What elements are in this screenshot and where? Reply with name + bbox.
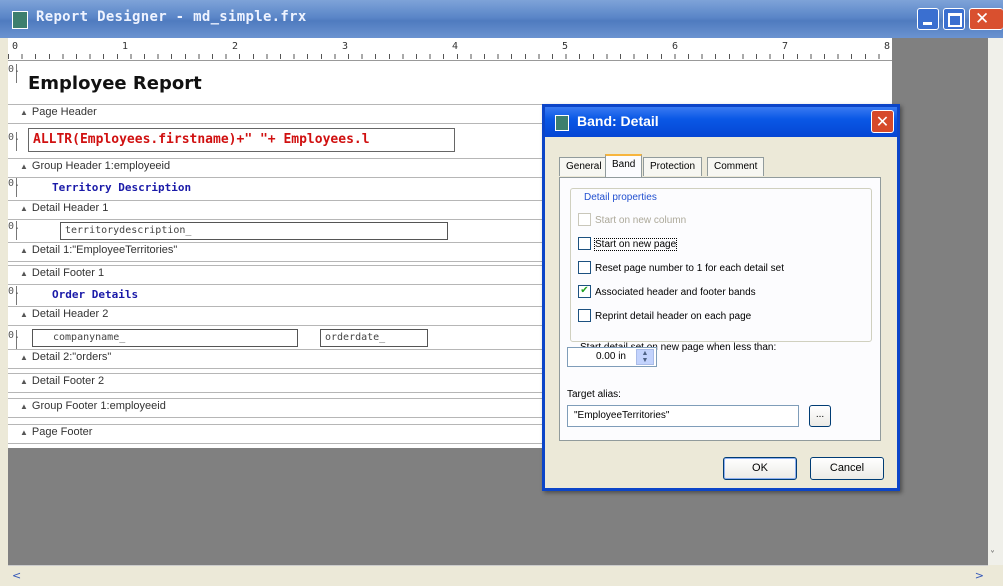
- band-triangle-icon: ▲: [20, 246, 28, 255]
- vertical-ruler-zero: 0.: [8, 178, 20, 197]
- territory-description-label[interactable]: Territory Description: [52, 181, 191, 194]
- ruler-mark: 1: [122, 41, 129, 52]
- scroll-right-arrow-icon[interactable]: >: [975, 569, 984, 582]
- close-window-button[interactable]: [969, 8, 1003, 30]
- reset-page-number-checkbox[interactable]: Reset page number to 1 for each detail s…: [578, 261, 785, 275]
- band-detail-dialog: Band: Detail ✕ General Band Protection C…: [542, 104, 900, 491]
- territory-field-text: territorydescription_: [65, 225, 192, 236]
- band-label: Detail 2:"orders": [31, 351, 112, 363]
- horizontal-scrollbar[interactable]: < >: [8, 565, 988, 586]
- minimize-button[interactable]: [917, 8, 939, 30]
- tab-comment[interactable]: Comment: [707, 157, 765, 176]
- window-title: Report Designer - md_simple.frx: [36, 9, 307, 25]
- report-app-icon: [12, 11, 28, 29]
- tab-protection[interactable]: Protection: [643, 157, 703, 176]
- dialog-app-icon: [555, 115, 569, 131]
- vertical-ruler-zero: 0.: [8, 64, 20, 83]
- band-label: Page Header: [31, 106, 97, 118]
- tab-band[interactable]: Band: [605, 154, 643, 177]
- checkbox-label: Associated header and footer bands: [595, 287, 756, 299]
- band-label: Page Footer: [31, 426, 93, 438]
- band-triangle-icon: ▲: [20, 402, 28, 411]
- order-details-label[interactable]: Order Details: [52, 288, 138, 301]
- checkbox-label: Start on new page: [593, 238, 678, 252]
- name-expression-field[interactable]: ALLTR(Employees.firstname)+" "+ Employee…: [28, 128, 455, 152]
- vertical-ruler-zero: 0.: [8, 286, 20, 305]
- report-heading[interactable]: Employee Report: [28, 73, 202, 94]
- cancel-button[interactable]: Cancel: [810, 457, 884, 480]
- band-triangle-icon: ▲: [20, 269, 28, 278]
- vertical-ruler-zero: 0.: [8, 221, 20, 240]
- scroll-down-arrow-icon[interactable]: ˅: [990, 550, 995, 561]
- vertical-scrollbar[interactable]: ˅: [988, 38, 1003, 565]
- band-triangle-icon: ▲: [20, 377, 28, 386]
- band-label: Group Footer 1:employeeid: [31, 400, 166, 412]
- start-new-column-checkbox[interactable]: Start on new column: [578, 213, 687, 227]
- checkbox-label: Reset page number to 1 for each detail s…: [595, 263, 785, 275]
- target-alias-browse-button[interactable]: ...: [809, 405, 831, 427]
- target-alias-label: Target alias:: [567, 389, 621, 400]
- dialog-title-bar[interactable]: Band: Detail ✕: [545, 107, 897, 137]
- band-triangle-icon: ▲: [20, 310, 28, 319]
- horizontal-ruler: 0 1 2 3 4 5 6 7 8: [8, 38, 892, 61]
- ruler-mark: 7: [782, 41, 789, 52]
- checkbox-label: Reprint detail header on each page: [595, 311, 752, 323]
- associated-bands-checkbox[interactable]: ✔ Associated header and footer bands: [578, 285, 756, 299]
- band-triangle-icon: ▲: [20, 204, 28, 213]
- scroll-left-arrow-icon[interactable]: <: [12, 569, 21, 582]
- threshold-spinner[interactable]: 0.00 in ▲ ▼: [567, 347, 657, 367]
- dialog-close-button[interactable]: ✕: [871, 110, 894, 133]
- ruler-mark: 6: [672, 41, 679, 52]
- threshold-value: 0.00 in: [595, 351, 626, 362]
- band-tab-panel: Detail properties Start on new column St…: [559, 177, 881, 441]
- band-label: Detail 1:"EmployeeTerritories": [31, 244, 178, 256]
- group-label: Detail properties: [581, 192, 660, 203]
- band-label: Detail Header 2: [31, 308, 109, 320]
- ruler-mark: 0: [12, 41, 19, 52]
- ruler-mark: 3: [342, 41, 349, 52]
- spinner-arrows-icon[interactable]: ▲ ▼: [636, 349, 654, 365]
- band-label: Group Header 1:employeeid: [31, 160, 171, 172]
- companyname-field-text: companyname_: [53, 332, 126, 343]
- window-title-bar: Report Designer - md_simple.frx: [0, 0, 1003, 38]
- checkbox-label: Start on new column: [595, 215, 687, 227]
- ruler-mark: 5: [562, 41, 569, 52]
- band-triangle-icon: ▲: [20, 353, 28, 362]
- band-triangle-icon: ▲: [20, 428, 28, 437]
- vertical-ruler-zero: 0.: [8, 330, 20, 349]
- ruler-mark: 8: [884, 41, 891, 52]
- checkmark-icon: ✔: [578, 285, 591, 298]
- band-label: Detail Footer 1: [31, 267, 105, 279]
- band-label: Detail Footer 2: [31, 375, 105, 387]
- maximize-button[interactable]: [943, 8, 965, 30]
- reprint-detail-header-checkbox[interactable]: Reprint detail header on each page: [578, 309, 752, 323]
- companyname-field-box[interactable]: companyname_: [32, 329, 298, 347]
- band-triangle-icon: ▲: [20, 162, 28, 171]
- territory-field-box[interactable]: territorydescription_: [60, 222, 448, 240]
- start-new-page-checkbox[interactable]: Start on new page: [578, 237, 678, 252]
- tab-general[interactable]: General: [559, 157, 609, 176]
- ruler-mark: 4: [452, 41, 459, 52]
- orderdate-field-box[interactable]: orderdate_: [320, 329, 428, 347]
- ok-button[interactable]: OK: [723, 457, 797, 480]
- vertical-ruler-zero: 0.: [8, 132, 20, 151]
- dialog-title: Band: Detail: [577, 113, 659, 129]
- target-alias-input[interactable]: "EmployeeTerritories": [567, 405, 799, 427]
- ruler-mark: 2: [232, 41, 239, 52]
- band-triangle-icon: ▲: [20, 108, 28, 117]
- band-label: Detail Header 1: [31, 202, 109, 214]
- orderdate-field-text: orderdate_: [325, 332, 386, 343]
